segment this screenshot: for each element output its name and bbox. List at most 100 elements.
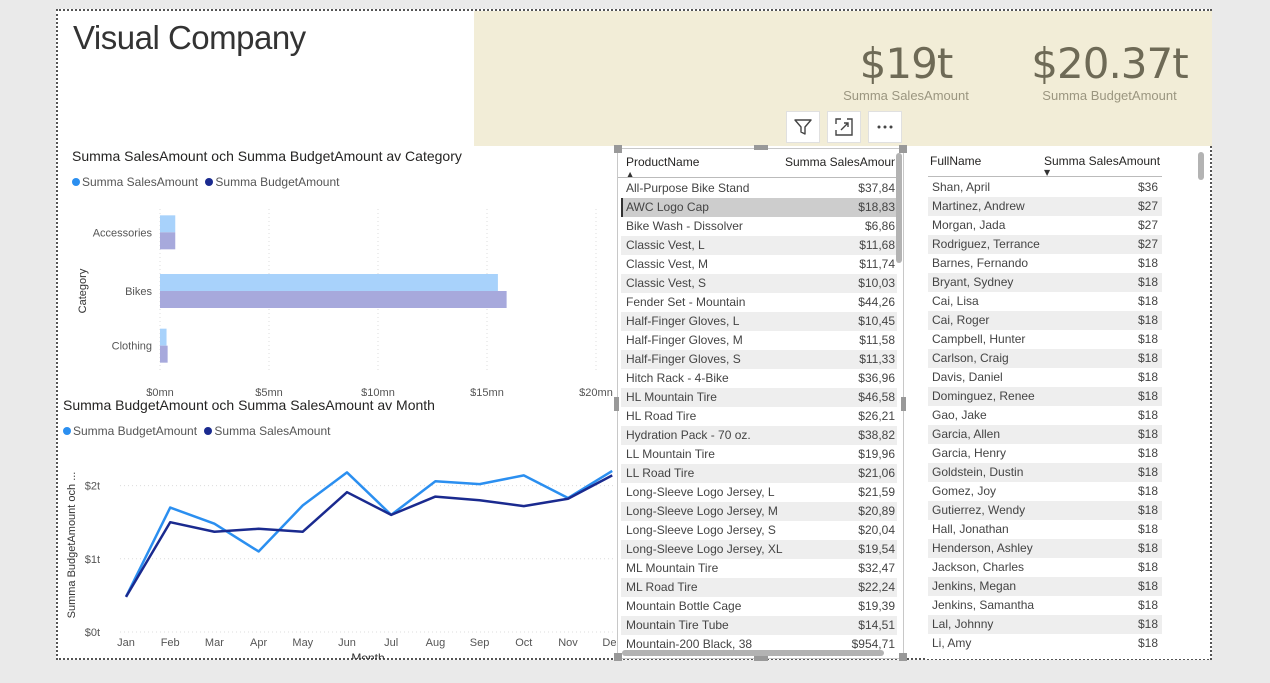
table-row[interactable]: Gomez, Joy $18 [928,482,1162,501]
table-row[interactable]: Cai, Lisa $18 [928,292,1162,311]
table-row[interactable]: ML Mountain Tire $32,47 [621,559,897,578]
table-row[interactable]: Mountain Tire Tube $14,51 [621,616,897,635]
cell-name: Martinez, Andrew [932,199,1025,213]
table-row[interactable]: Lal, Johnny $18 [928,615,1162,634]
series-line-budget[interactable] [124,469,613,598]
table-row[interactable]: Martinez, Andrew $27 [928,197,1162,216]
table-row[interactable]: Hitch Rack - 4-Bike $36,96 [621,369,897,388]
table-row[interactable]: Jenkins, Megan $18 [928,577,1162,596]
table-row[interactable]: All-Purpose Bike Stand $37,84 [621,179,897,198]
legend-budget-label[interactable]: Summa BudgetAmount [73,424,197,438]
table-row[interactable]: Bike Wash - Dissolver $6,86 [621,217,897,236]
table-row[interactable]: LL Mountain Tire $19,96 [621,445,897,464]
table-row[interactable]: Long-Sleeve Logo Jersey, M $20,89 [621,502,897,521]
cell-value: $21,06 [858,466,895,480]
cell-name: Hitch Rack - 4-Bike [626,371,729,385]
table-row[interactable]: Davis, Daniel $18 [928,368,1162,387]
bar-budget[interactable] [160,345,168,363]
table-row[interactable]: HL Road Tire $26,21 [621,407,897,426]
table-row[interactable]: Gao, Jake $18 [928,406,1162,425]
product-vertical-scrollbar[interactable] [896,153,902,263]
cell-value: $44,26 [858,295,895,309]
table-row[interactable]: Mountain Bottle Cage $19,39 [621,597,897,616]
table-row[interactable]: Fender Set - Mountain $44,26 [621,293,897,312]
table-row[interactable]: Classic Vest, M $11,74 [621,255,897,274]
resize-handle[interactable] [754,145,768,150]
kpi-sales-card[interactable]: $19t Summa SalesAmount [831,39,981,103]
table-row[interactable]: Garcia, Henry $18 [928,444,1162,463]
table-row[interactable]: Hydration Pack - 70 oz. $38,82 [621,426,897,445]
table-row[interactable]: ML Road Tire $22,24 [621,578,897,597]
cell-value: $18 [1137,560,1158,574]
table-row[interactable]: Half-Finger Gloves, S $11,33 [621,350,897,369]
x-tick-label: $20mn [579,387,613,396]
bar-chart-plot: $0mn $5mn $10mn $15mn $20mn Category Accessori… [77,209,613,396]
x-axis-title: Month [351,651,384,659]
table-row[interactable]: Bryant, Sydney $18 [928,273,1162,292]
product-horizontal-scrollbar[interactable] [622,650,884,656]
product-header-sales[interactable]: Summa SalesAmoun [785,155,895,169]
table-row[interactable]: Half-Finger Gloves, M $11,58 [621,331,897,350]
cell-value: $18 [1137,503,1158,517]
table-row[interactable]: AWC Logo Cap $18,83 [621,198,897,217]
customer-vertical-scrollbar[interactable] [1198,152,1204,180]
legend-budget-label[interactable]: Summa BudgetAmount [215,175,339,189]
y-axis-title: Summa BudgetAmount och ... [66,472,78,619]
table-row[interactable]: Long-Sleeve Logo Jersey, S $20,04 [621,521,897,540]
cell-value: $18 [1137,389,1158,403]
table-row[interactable]: Goldstein, Dustin $18 [928,463,1162,482]
table-row[interactable]: Gutierrez, Wendy $18 [928,501,1162,520]
focus-mode-icon [835,118,853,136]
category-label: Bikes [125,286,152,298]
resize-handle[interactable] [614,653,622,661]
cell-value: $18 [1137,294,1158,308]
bar-sales[interactable] [160,328,167,346]
cell-name: Gomez, Joy [932,484,997,498]
table-row[interactable]: Morgan, Jada $27 [928,216,1162,235]
table-row[interactable]: Rodriguez, Terrance $27 [928,235,1162,254]
table-row[interactable]: Hall, Jonathan $18 [928,520,1162,539]
table-row[interactable]: LL Road Tire $21,06 [621,464,897,483]
customer-header-name[interactable]: FullName [930,154,981,168]
legend-sales-label[interactable]: Summa SalesAmount [82,175,198,189]
filter-button[interactable] [786,111,820,143]
kpi-budget-card[interactable]: $20.37t Summa BudgetAmount [1027,39,1192,103]
bar-budget[interactable] [160,291,507,308]
table-row[interactable]: Half-Finger Gloves, L $10,45 [621,312,897,331]
table-row[interactable]: Long-Sleeve Logo Jersey, XL $19,54 [621,540,897,559]
table-row[interactable]: Jenkins, Samantha $18 [928,596,1162,615]
table-row[interactable]: Jackson, Charles $18 [928,558,1162,577]
cell-value: $19,54 [858,542,895,556]
table-row[interactable]: Li, Amy $18 [928,634,1162,653]
cell-name: Hall, Jonathan [932,522,1009,536]
bar-budget[interactable] [160,232,176,250]
bar-sales[interactable] [160,274,498,291]
table-row[interactable]: Carlson, Craig $18 [928,349,1162,368]
resize-handle[interactable] [614,145,622,153]
table-row[interactable]: Long-Sleeve Logo Jersey, L $21,59 [621,483,897,502]
resize-handle[interactable] [614,397,619,411]
table-row[interactable]: Cai, Roger $18 [928,311,1162,330]
line-chart-plot: $2t $1t $0t Summa BudgetAmount och ... Jan Fe… [66,469,616,659]
resize-handle[interactable] [899,145,907,153]
table-row[interactable]: Garcia, Allen $18 [928,425,1162,444]
table-row[interactable]: Campbell, Hunter $18 [928,330,1162,349]
bar-sales[interactable] [160,215,176,233]
line-chart-title: Summa BudgetAmount och Summa SalesAmount… [63,397,435,413]
customer-header-sales[interactable]: Summa SalesAmount [1044,154,1160,168]
table-row[interactable]: Dominguez, Renee $18 [928,387,1162,406]
table-row[interactable]: Shan, April $36 [928,178,1162,197]
table-row[interactable]: Classic Vest, L $11,68 [621,236,897,255]
focus-mode-button[interactable] [827,111,861,143]
cell-value: $46,58 [858,390,895,404]
table-row[interactable]: Henderson, Ashley $18 [928,539,1162,558]
resize-handle[interactable] [754,656,768,661]
resize-handle[interactable] [899,653,907,661]
more-options-button[interactable] [868,111,902,143]
table-row[interactable]: Barnes, Fernando $18 [928,254,1162,273]
table-row[interactable]: Classic Vest, S $10,03 [621,274,897,293]
product-header-name[interactable]: ProductName [626,155,699,169]
table-row[interactable]: HL Mountain Tire $46,58 [621,388,897,407]
legend-sales-label[interactable]: Summa SalesAmount [214,424,330,438]
resize-handle[interactable] [901,397,906,411]
